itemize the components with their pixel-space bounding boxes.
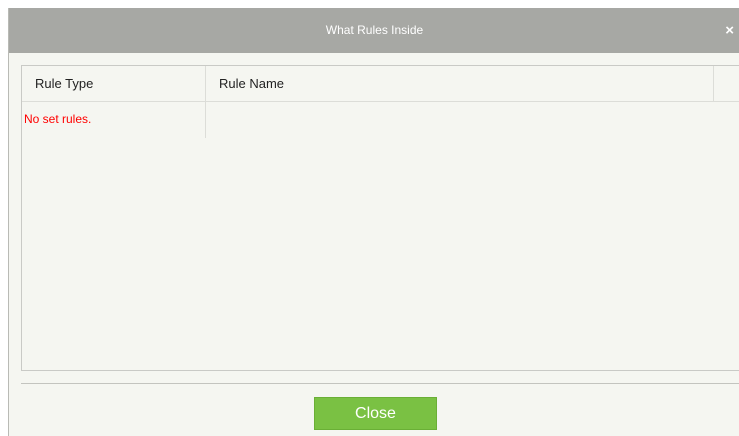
rules-grid: Rule Type Rule Name No set rules. — [21, 65, 739, 371]
column-header-rule-name[interactable]: Rule Name — [206, 66, 714, 101]
grid-header: Rule Type Rule Name — [22, 66, 739, 102]
empty-row: No set rules. — [22, 102, 206, 138]
rules-dialog: What Rules Inside × Rule Type Rule Name … — [8, 8, 739, 436]
column-header-rule-type[interactable]: Rule Type — [22, 66, 206, 101]
footer-divider — [21, 383, 739, 384]
close-button[interactable]: Close — [314, 397, 437, 430]
empty-message: No set rules. — [24, 112, 92, 126]
dialog-title: What Rules Inside — [325, 23, 424, 37]
dialog-titlebar: What Rules Inside × — [9, 8, 739, 53]
close-icon[interactable]: × — [725, 8, 734, 53]
column-header-filler — [714, 66, 739, 101]
